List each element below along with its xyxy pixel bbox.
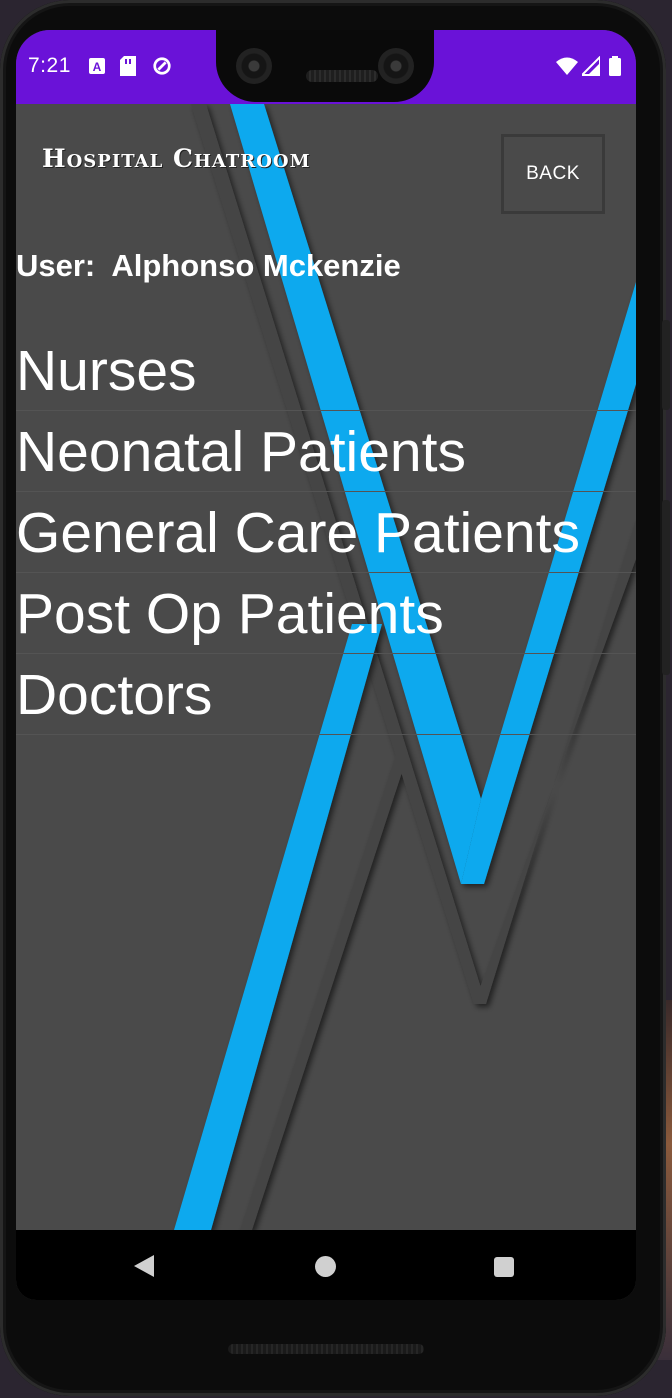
screen: 7:21 A Hospital Chatroom BACK User: Alph… <box>16 30 636 1300</box>
battery-icon <box>609 56 621 76</box>
user-label: User: <box>16 248 96 283</box>
app-title: Hospital Chatroom <box>42 144 311 173</box>
phone-frame: 7:21 A Hospital Chatroom BACK User: Alph… <box>0 0 670 1396</box>
chat-room-general-care-patients[interactable]: General Care Patients <box>16 492 636 573</box>
chat-room-doctors[interactable]: Doctors <box>16 654 636 735</box>
a-icon: A <box>89 58 105 74</box>
signal-icon <box>582 56 600 76</box>
app-bar: Hospital Chatroom BACK <box>16 104 636 244</box>
bottom-speaker-grille <box>228 1344 424 1354</box>
sd-card-icon <box>120 56 136 76</box>
svg-text:A: A <box>93 60 102 74</box>
chat-room-neonatal-patients[interactable]: Neonatal Patients <box>16 411 636 492</box>
sync-icon <box>153 57 171 75</box>
front-camera-secondary <box>378 48 414 84</box>
home-icon[interactable] <box>315 1256 336 1277</box>
back-button[interactable]: BACK <box>501 134 605 214</box>
front-camera <box>236 48 272 84</box>
back-icon[interactable] <box>134 1255 154 1277</box>
navigation-bar <box>16 1230 636 1300</box>
status-time: 7:21 <box>28 54 71 77</box>
current-user: User: Alphonso Mckenzie <box>16 248 401 284</box>
earpiece-speaker <box>306 70 378 82</box>
power-button <box>662 500 670 675</box>
chat-room-list: Nurses Neonatal Patients General Care Pa… <box>16 330 636 735</box>
chat-room-post-op-patients[interactable]: Post Op Patients <box>16 573 636 654</box>
volume-button <box>662 320 670 410</box>
chat-room-nurses[interactable]: Nurses <box>16 330 636 411</box>
wifi-icon <box>556 57 578 75</box>
camera-notch <box>216 30 434 102</box>
recents-icon[interactable] <box>494 1257 514 1277</box>
user-name: Alphonso Mckenzie <box>111 248 401 283</box>
